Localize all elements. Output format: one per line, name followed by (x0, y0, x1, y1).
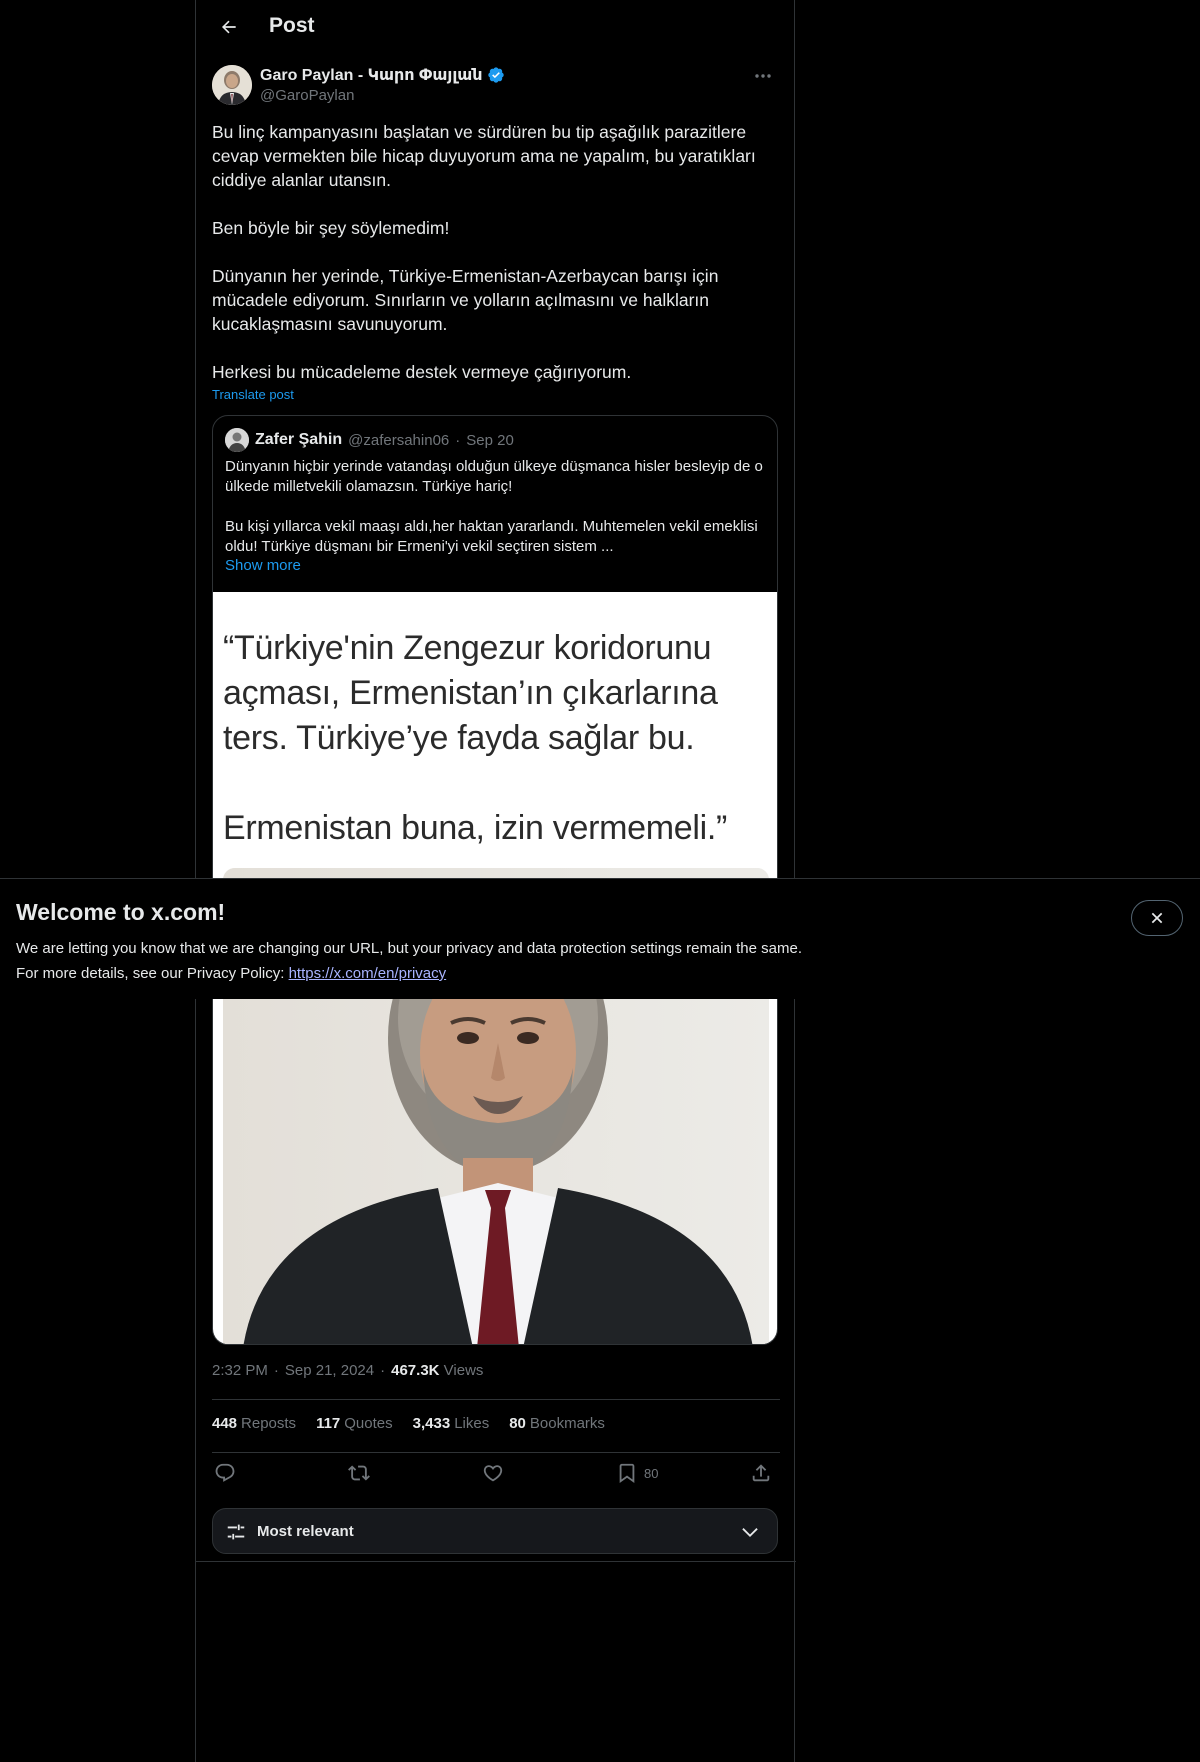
banner-line: We are letting you know that we are chan… (16, 940, 802, 957)
quoted-paragraph: Dünyanın hiçbir yerinde vatandaşı olduğu… (225, 458, 763, 495)
sort-label: Most relevant (257, 1523, 354, 1540)
bookmark-count: 80 (644, 1465, 659, 1481)
chevron-down-icon (742, 1528, 758, 1538)
quoted-author-handle: @zafersahin06 (348, 431, 450, 449)
back-button[interactable] (212, 10, 246, 44)
divider (212, 1399, 780, 1400)
post-paragraph: Herkesi bu mücadeleme destek vermeye çağ… (212, 362, 632, 382)
bookmark-icon (619, 1463, 635, 1484)
quotes-stat[interactable]: 117 Quotes (316, 1415, 393, 1432)
like-icon (483, 1465, 503, 1482)
engagement-stats: 448 Reposts 117 Quotes 3,433 Likes 80 Bookma… (212, 1415, 605, 1432)
post-meta: 2:32 PM · Sep 21, 2024 · 467.3K Views (212, 1362, 483, 1379)
more-dots-icon (755, 74, 771, 78)
repost-button[interactable] (348, 1462, 370, 1484)
back-arrow-icon (221, 20, 236, 34)
author-name[interactable]: Garo Paylan - Կարո Փայլան (260, 65, 483, 85)
quoted-text: Dünyanın hiçbir yerinde vatandaşı olduğu… (225, 457, 765, 557)
reposts-stat[interactable]: 448 Reposts (212, 1415, 296, 1432)
divider (212, 1452, 780, 1453)
repost-icon (348, 1465, 370, 1481)
author-handle[interactable]: @GaroPaylan (260, 87, 354, 104)
more-options-button[interactable] (746, 65, 780, 87)
share-button[interactable] (750, 1462, 772, 1484)
bookmarks-count: 80 (509, 1415, 526, 1432)
image-text-line: “Türkiye'nin Zengezur koridorunu (223, 629, 712, 667)
quoted-date: Sep 20 (466, 431, 514, 449)
image-text-line: açması, Ermenistan’ın çıkarlarına (223, 674, 718, 712)
quotes-label: Quotes (344, 1415, 393, 1432)
bookmarks-label: Bookmarks (529, 1415, 605, 1432)
quoted-author-name: Zafer Şahin (255, 431, 343, 448)
post-paragraph: Bu linç kampanyasını başlatan ve sürdüre… (212, 122, 756, 190)
views-label: Views (443, 1362, 484, 1379)
filter-sliders-icon (227, 1524, 245, 1540)
show-more-link[interactable]: Show more (225, 557, 301, 574)
close-banner-button[interactable] (1131, 900, 1183, 936)
avatar[interactable] (212, 65, 252, 105)
top-bar: Post (196, 0, 796, 53)
post-date[interactable]: Sep 21, 2024 (285, 1362, 374, 1379)
reposts-count: 448 (212, 1415, 238, 1432)
post-text: Bu linç kampanyasını başlatan ve sürdüre… (212, 120, 782, 384)
banner-line: For more details, see our Privacy Policy… (16, 965, 289, 982)
translate-post-link[interactable]: Translate post (212, 387, 294, 402)
reply-sort-dropdown[interactable]: Most relevant (212, 1508, 778, 1554)
likes-label: Likes (454, 1415, 490, 1432)
divider (196, 1561, 796, 1562)
bookmarks-stat[interactable]: 80 Bookmarks (509, 1415, 605, 1432)
image-text-line: ters. Türkiye’ye fayda sağlar bu. (223, 719, 695, 757)
quoted-avatar (225, 428, 249, 452)
bookmark-button[interactable]: 80 (616, 1462, 658, 1484)
image-quote-text: “Türkiye'nin Zengezur koridorunu açması,… (223, 626, 763, 851)
reply-icon (215, 1463, 235, 1482)
welcome-banner: Welcome to x.com! We are letting you kno… (0, 878, 1200, 999)
page-title: Post (269, 14, 315, 37)
like-button[interactable] (482, 1462, 504, 1484)
separator-dot: · (455, 431, 461, 449)
action-bar: 80 (212, 1462, 780, 1488)
views-count: 467.3K (391, 1362, 440, 1379)
author-name-row: Garo Paylan - Կարո Փայլան (260, 65, 505, 85)
banner-title: Welcome to x.com! (16, 899, 226, 925)
privacy-policy-link[interactable]: https://x.com/en/privacy (289, 965, 447, 982)
verified-badge-icon (487, 67, 504, 83)
likes-count: 3,433 (412, 1415, 451, 1432)
likes-stat[interactable]: 3,433 Likes (413, 1415, 490, 1432)
banner-text: We are letting you know that we are chan… (16, 936, 802, 986)
quoted-post-header: Zafer Şahin @zafersahin06 · Sep 20 (225, 428, 514, 452)
reply-button[interactable] (214, 1462, 236, 1484)
quoted-paragraph: Bu kişi yıllarca vekil maaşı aldı,her ha… (225, 518, 758, 555)
post-author: Garo Paylan - Կարո Փայլան @GaroPaylan (212, 65, 780, 109)
close-icon (1151, 912, 1163, 924)
share-icon (752, 1464, 770, 1482)
post-paragraph: Ben böyle bir şey söylemedim! (212, 218, 450, 238)
image-text-line: Ermenistan buna, izin vermemeli.” (223, 809, 728, 847)
separator-dot: · (273, 1362, 279, 1379)
reposts-label: Reposts (241, 1415, 297, 1432)
post-paragraph: Dünyanın her yerinde, Türkiye-Ermenistan… (212, 266, 719, 334)
separator-dot: · (380, 1362, 386, 1379)
quotes-count: 117 (316, 1415, 341, 1432)
post-time[interactable]: 2:32 PM (212, 1362, 268, 1379)
